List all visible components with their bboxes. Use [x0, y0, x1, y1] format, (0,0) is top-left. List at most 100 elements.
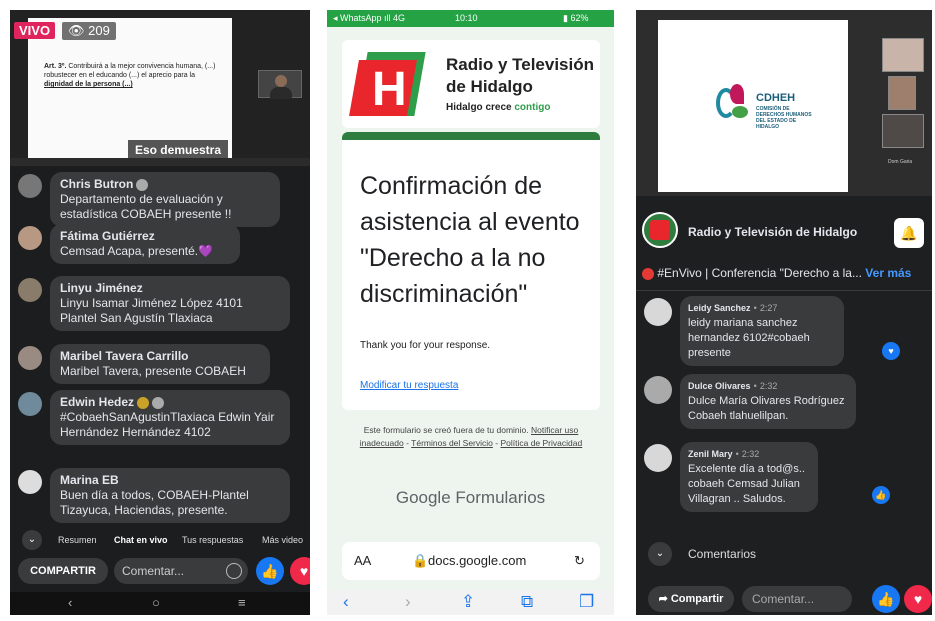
presentation-slide: Art. 3º. Contribuirá a la mejor conviven… [28, 18, 232, 160]
comment-author[interactable]: Leidy Sanchez [688, 303, 751, 313]
status-time: 10:10 [455, 13, 478, 23]
slide-emphasis: dignidad de la persona (...) [44, 81, 133, 88]
page-avatar[interactable] [642, 212, 678, 248]
heart-icon[interactable]: ♥ [290, 557, 310, 585]
form-confirmation-card: Confirmación de asistencia al evento "De… [342, 132, 600, 410]
comment-text: Dulce María Olivares Rodríguez Cobaeh tl… [688, 395, 845, 422]
star-badge-icon [137, 396, 150, 409]
privacy-link[interactable]: Política de Privacidad [500, 438, 582, 448]
like-icon[interactable]: 👍 [256, 557, 284, 585]
page-name[interactable]: Radio y Televisión de Hidalgo [688, 225, 857, 239]
avatar [18, 470, 42, 494]
form-footer: Este formulario se creó fuera de tu domi… [359, 425, 583, 448]
share-button[interactable]: ➦ Compartir [648, 586, 734, 612]
google-wordmark: Google [395, 488, 451, 507]
text-size-button[interactable]: AA [354, 553, 371, 568]
presentation-slide: CDHEH COMISIÓN DE DERECHOS HUMANOS DEL E… [658, 20, 848, 192]
avatar [18, 346, 42, 370]
forward-icon[interactable]: › [405, 592, 411, 612]
google-forms-screen: ◂ WhatsApp ıll 4G 10:10 ▮ 62% H Radio y … [327, 10, 614, 615]
status-battery: ▮ 62% [563, 13, 589, 23]
comment-text: Cemsad Acapa, presenté.💜 [60, 244, 214, 258]
comment-text: Linyu Isamar Jiménez López 4101 Plantel … [60, 296, 243, 325]
page-header: Radio y Televisión de Hidalgo 🔔 [636, 206, 932, 256]
forms-wordmark: Formularios [455, 488, 546, 507]
reload-icon[interactable]: ↻ [574, 553, 585, 569]
comment-text: Buen día a todos, COBAEH-Plantel Tizayuc… [60, 488, 249, 517]
heart-reaction-icon: ♥ [882, 342, 900, 360]
recents-icon[interactable]: ≡ [238, 595, 246, 610]
live-tabs: ⌄ Resumen Chat en vivo Tus respuestas Má… [10, 528, 310, 552]
like-icon[interactable]: 👍 [872, 585, 900, 613]
comment-input[interactable]: Comentar... [114, 558, 248, 584]
live-video[interactable]: CDHEH COMISIÓN DE DERECHOS HUMANOS DEL E… [636, 10, 932, 196]
address-bar[interactable]: AA 🔒 docs.google.com ↻ [342, 542, 600, 580]
back-icon[interactable]: ‹ [68, 595, 72, 610]
tab-resumen[interactable]: Resumen [58, 535, 97, 545]
meeting-toolbar [10, 158, 310, 166]
comment-author[interactable]: Fátima Gutiérrez [60, 229, 230, 244]
comment-bubble: Linyu Jiménez Linyu Isamar Jiménez López… [50, 276, 290, 331]
comment-author[interactable]: Dulce Olivares [688, 381, 751, 391]
live-badge: VIVO [14, 22, 56, 39]
terms-link[interactable]: Términos del Servicio [411, 438, 493, 448]
home-icon[interactable]: ○ [152, 595, 160, 610]
safari-toolbar: ‹ › ⇪ ⧉ ❐ [327, 590, 614, 615]
comment-time: 2:32 [759, 381, 778, 391]
url-text[interactable]: docs.google.com [428, 553, 526, 568]
brand-slogan: Hidalgo crece contigo [446, 102, 550, 113]
comment-author[interactable]: Edwin Hedez [60, 395, 134, 409]
cdheh-subtitle: COMISIÓN DE DERECHOS HUMANOS DEL ESTADO … [756, 106, 812, 130]
edit-response-link[interactable]: Modificar tu respuesta [360, 380, 458, 391]
live-dot-icon [642, 267, 654, 280]
tabs-icon[interactable]: ❐ [579, 592, 594, 612]
chevron-down-icon[interactable]: ⌄ [648, 542, 672, 566]
tab-chat-en-vivo[interactable]: Chat en vivo [114, 535, 168, 545]
comment-bubble: Marina EB Buen día a todos, COBAEH-Plant… [50, 468, 290, 523]
chevron-down-icon[interactable]: ⌄ [22, 530, 42, 550]
brand-line-2: de Hidalgo [446, 77, 533, 96]
comment-bubble: Leidy Sanchez • 2:27 leidy mariana sanch… [680, 296, 844, 366]
bookmarks-icon[interactable]: ⧉ [521, 592, 533, 612]
radio-tv-hidalgo-logo: H [349, 52, 426, 118]
comment-text: Excelente día a tod@s.. cobaeh Cemsad Ju… [688, 463, 805, 505]
comment-input[interactable]: Comentar... [742, 586, 852, 612]
status-carrier: ◂ WhatsApp ıll 4G [333, 13, 406, 23]
comment-author[interactable]: Zenil Mary [688, 449, 733, 459]
tab-mas-video[interactable]: Más video [262, 535, 303, 545]
share-icon[interactable]: ⇪ [461, 592, 475, 612]
comment-author[interactable]: Chris Butron [60, 177, 133, 191]
comment-text: Maribel Tavera, presente COBAEH [60, 364, 246, 378]
emoji-icon[interactable] [226, 563, 242, 579]
comment-author[interactable]: Maribel Tavera Carrillo [60, 349, 260, 364]
comment-bubble: Maribel Tavera Carrillo Maribel Tavera, … [50, 344, 270, 384]
brand-line-1: Radio y Televisión [446, 55, 595, 74]
comment-bubble: Chris Butron Departamento de evaluación … [50, 172, 280, 227]
avatar [644, 298, 672, 326]
verified-icon [152, 396, 165, 409]
comment-time: 2:32 [741, 449, 760, 459]
live-title: #EnVivo | Conferencia "Derecho a la... [657, 266, 862, 280]
slogan-part-1: Hidalgo crece [446, 102, 512, 113]
facebook-live-screen-2: CDHEH COMISIÓN DE DERECHOS HUMANOS DEL E… [636, 10, 932, 615]
see-more-link[interactable]: Ver más [865, 266, 911, 280]
avatar [18, 226, 42, 250]
tab-tus-respuestas[interactable]: Tus respuestas [182, 535, 243, 545]
heart-icon[interactable]: ♥ [904, 585, 932, 613]
comment-placeholder: Comentar... [122, 564, 185, 578]
share-arrow-icon: ➦ [658, 593, 668, 605]
back-icon[interactable]: ‹ [343, 592, 349, 612]
comment-author[interactable]: Marina EB [60, 473, 280, 488]
live-video[interactable]: Art. 3º. Contribuirá a la mejor conviven… [10, 10, 310, 160]
avatar [644, 444, 672, 472]
bell-icon[interactable]: 🔔 [894, 218, 924, 248]
form-title: Confirmación de asistencia al evento "De… [360, 172, 580, 308]
comment-author[interactable]: Linyu Jiménez [60, 281, 280, 296]
participant-thumbnail [888, 76, 916, 110]
share-button[interactable]: COMPARTIR [18, 558, 108, 584]
live-caption: Eso demuestra [128, 140, 228, 160]
logo-letter: H [372, 63, 407, 116]
slide-body: Contribuirá a la mejor convivencia human… [44, 63, 216, 79]
form-header-card: H Radio y Televisión de Hidalgo Hidalgo … [342, 40, 600, 128]
slogan-part-2: contigo [514, 102, 551, 113]
